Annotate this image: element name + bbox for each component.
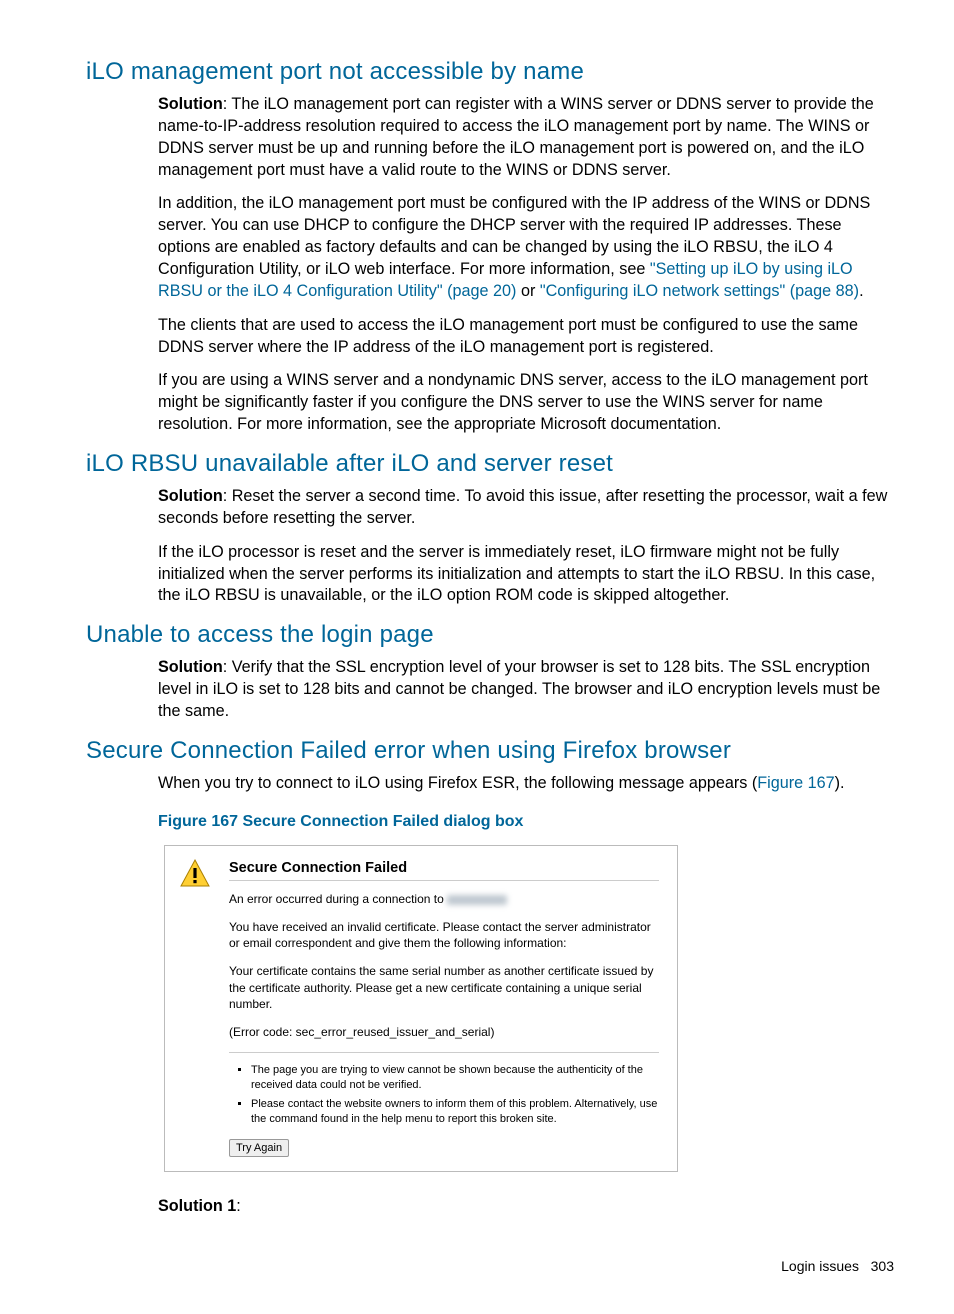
paragraph: Solution: Verify that the SSL encryption… xyxy=(158,657,894,723)
warning-icon xyxy=(179,860,229,1158)
paragraph: Solution 1: xyxy=(158,1196,894,1218)
paragraph-text: : Verify that the SSL encryption level o… xyxy=(158,658,880,720)
xref-link[interactable]: "Configuring iLO network settings" (page… xyxy=(540,282,859,300)
figure-caption: Figure 167 Secure Connection Failed dial… xyxy=(158,813,894,831)
paragraph: When you try to connect to iLO using Fir… xyxy=(158,773,894,795)
solution-label: Solution xyxy=(158,95,223,113)
paragraph-text: : xyxy=(236,1197,241,1215)
page-footer: Login issues 303 xyxy=(88,1258,894,1274)
paragraph: If the iLO processor is reset and the se… xyxy=(158,542,894,608)
section-body: Solution: Reset the server a second time… xyxy=(158,486,894,607)
try-again-button[interactable]: Try Again xyxy=(229,1139,289,1157)
separator xyxy=(229,880,659,881)
heading-secure-connection: Secure Connection Failed error when usin… xyxy=(86,737,894,765)
dialog-title: Secure Connection Failed xyxy=(229,860,659,876)
paragraph-text: ). xyxy=(835,774,845,792)
dialog-line: Your certificate contains the same seria… xyxy=(229,963,659,1012)
dialog-line: You have received an invalid certificate… xyxy=(229,919,659,951)
heading-login-page: Unable to access the login page xyxy=(86,621,894,649)
section-body: When you try to connect to iLO using Fir… xyxy=(158,773,894,1218)
paragraph-text: When you try to connect to iLO using Fir… xyxy=(158,774,757,792)
paragraph: In addition, the iLO management port mus… xyxy=(158,193,894,302)
separator xyxy=(229,1052,659,1053)
dialog-bullet-list: The page you are trying to view cannot b… xyxy=(237,1063,659,1126)
dialog-error-code: (Error code: sec_error_reused_issuer_and… xyxy=(229,1024,659,1040)
footer-page-number: 303 xyxy=(871,1258,894,1274)
paragraph: The clients that are used to access the … xyxy=(158,315,894,359)
paragraph-text: : The iLO management port can register w… xyxy=(158,95,874,179)
solution-1-label: Solution 1 xyxy=(158,1197,236,1215)
paragraph-text: : Reset the server a second time. To avo… xyxy=(158,487,887,527)
paragraph: Solution: The iLO management port can re… xyxy=(158,94,894,181)
dialog-text: An error occurred during a connection to xyxy=(229,892,447,906)
paragraph-text: . xyxy=(859,282,864,300)
paragraph-text: or xyxy=(516,282,539,300)
section-body: Solution: Verify that the SSL encryption… xyxy=(158,657,894,723)
solution-label: Solution xyxy=(158,487,223,505)
footer-section: Login issues xyxy=(781,1258,859,1274)
dialog-line: An error occurred during a connection to xyxy=(229,891,659,907)
heading-rbsu-unavailable: iLO RBSU unavailable after iLO and serve… xyxy=(86,450,894,478)
paragraph: Solution: Reset the server a second time… xyxy=(158,486,894,530)
dialog-secure-connection-failed: Secure Connection Failed An error occurr… xyxy=(164,845,678,1173)
dialog-bullet: The page you are trying to view cannot b… xyxy=(251,1063,659,1093)
dialog-bullet: Please contact the website owners to inf… xyxy=(251,1097,659,1127)
solution-label: Solution xyxy=(158,658,223,676)
section-body: Solution: The iLO management port can re… xyxy=(158,94,894,436)
paragraph: If you are using a WINS server and a non… xyxy=(158,370,894,436)
xref-link[interactable]: Figure 167 xyxy=(757,774,834,792)
redacted-host xyxy=(447,895,507,905)
heading-ilo-port: iLO management port not accessible by na… xyxy=(86,58,894,86)
